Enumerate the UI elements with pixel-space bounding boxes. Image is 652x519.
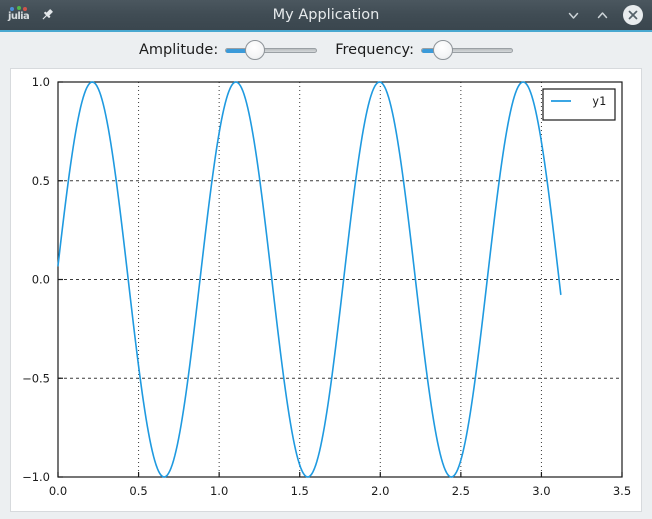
amplitude-slider[interactable]: [225, 39, 317, 61]
x-tick-label: 0.5: [129, 484, 147, 498]
title-bar-left-icons: julia: [8, 0, 55, 30]
slider-toolbar: Amplitude: Frequency:: [0, 32, 652, 67]
plot-canvas: 0.0 0.5 1.0 1.5 2.0 2.5 3.0 3.5 1.0 0.5 0.0 −0.5 −1…: [10, 68, 642, 512]
y-tick-label: 0.0: [32, 273, 50, 287]
frequency-slider[interactable]: [421, 39, 513, 61]
x-tick-label: 1.5: [291, 484, 309, 498]
application-window: julia My Application: [0, 0, 652, 519]
frequency-slider-handle[interactable]: [433, 40, 453, 60]
y-tick-label: 0.5: [32, 174, 50, 188]
grid-lines: [58, 82, 622, 477]
plot-figure: 0.0 0.5 1.0 1.5 2.0 2.5 3.0 3.5 1.0 0.5 0.0 −0.5 −1…: [11, 69, 641, 511]
close-x-icon: [623, 5, 643, 25]
minimize-button[interactable]: [565, 7, 582, 24]
frequency-slider-group: Frequency:: [335, 39, 513, 61]
y-tick-label: −0.5: [22, 371, 50, 385]
x-tick-label: 3.5: [613, 484, 631, 498]
title-bar: julia My Application: [0, 0, 652, 32]
window-title: My Application: [0, 0, 652, 30]
julia-logo-icon: julia: [8, 6, 30, 24]
y-tick-label: −1.0: [22, 470, 50, 484]
close-button[interactable]: [623, 5, 643, 25]
pin-icon[interactable]: [39, 7, 55, 23]
frequency-slider-label: Frequency:: [335, 42, 414, 58]
x-tick-label: 3.0: [532, 484, 550, 498]
x-tick-label: 1.0: [210, 484, 228, 498]
x-axis-tick-labels: 0.0 0.5 1.0 1.5 2.0 2.5 3.0 3.5: [49, 484, 631, 498]
y-axis-tick-labels: 1.0 0.5 0.0 −0.5 −1.0: [22, 75, 50, 484]
window-controls: [565, 0, 643, 30]
amplitude-slider-group: Amplitude:: [139, 39, 317, 61]
amplitude-slider-label: Amplitude:: [139, 42, 218, 58]
chart-legend: y1: [543, 89, 615, 120]
x-tick-label: 2.5: [452, 484, 470, 498]
x-tick-label: 2.0: [371, 484, 389, 498]
maximize-button[interactable]: [594, 7, 611, 24]
legend-label-y1: y1: [592, 94, 606, 108]
y-tick-label: 1.0: [32, 75, 50, 89]
amplitude-slider-handle[interactable]: [245, 40, 265, 60]
x-tick-label: 0.0: [49, 484, 67, 498]
